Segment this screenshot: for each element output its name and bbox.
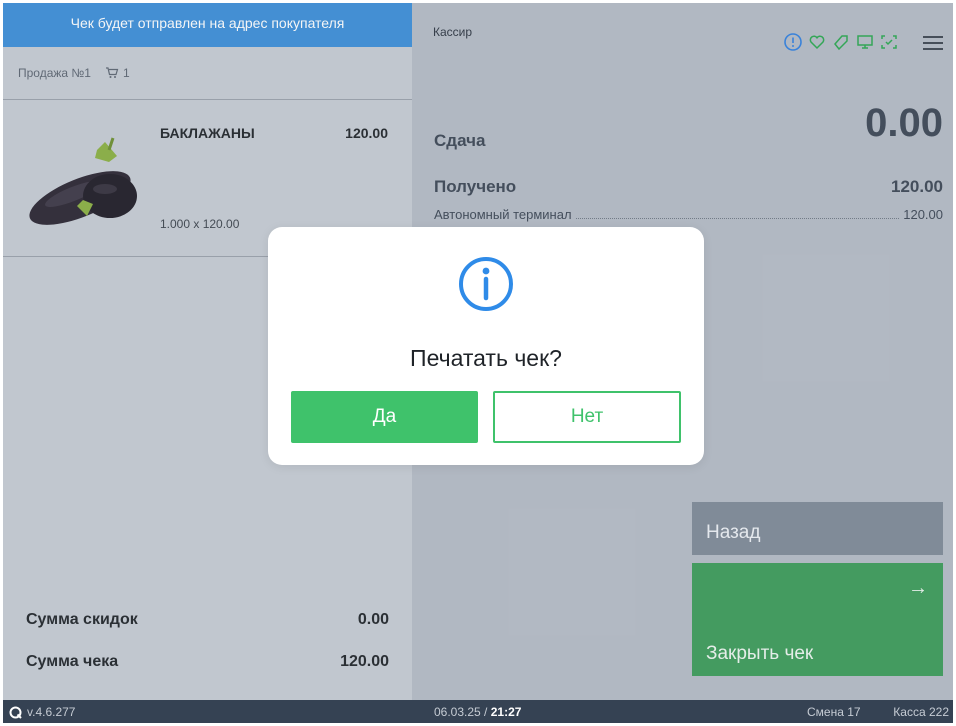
- time-text: 21:27: [490, 705, 522, 719]
- status-bar: v.4.6.277 06.03.25 / 21:27 Смена 17 Касс…: [3, 700, 953, 723]
- date-time: 06.03.25 / 21:27: [434, 705, 521, 719]
- dialog-title: Печатать чек?: [410, 345, 562, 371]
- register-number: Касса 222: [893, 705, 949, 719]
- no-button[interactable]: Нет: [493, 391, 681, 443]
- yes-button[interactable]: Да: [291, 391, 478, 443]
- app-logo-icon: [9, 706, 22, 719]
- app-window: Чек будет отправлен на адрес покупателя …: [3, 3, 953, 723]
- shift-number: Смена 17: [807, 705, 861, 719]
- version-text: v.4.6.277: [27, 705, 76, 719]
- info-icon: [459, 257, 513, 311]
- version-info: v.4.6.277: [9, 705, 75, 719]
- print-receipt-dialog: Печатать чек? Да Нет: [268, 227, 704, 465]
- date-text: 06.03.25 /: [434, 705, 491, 719]
